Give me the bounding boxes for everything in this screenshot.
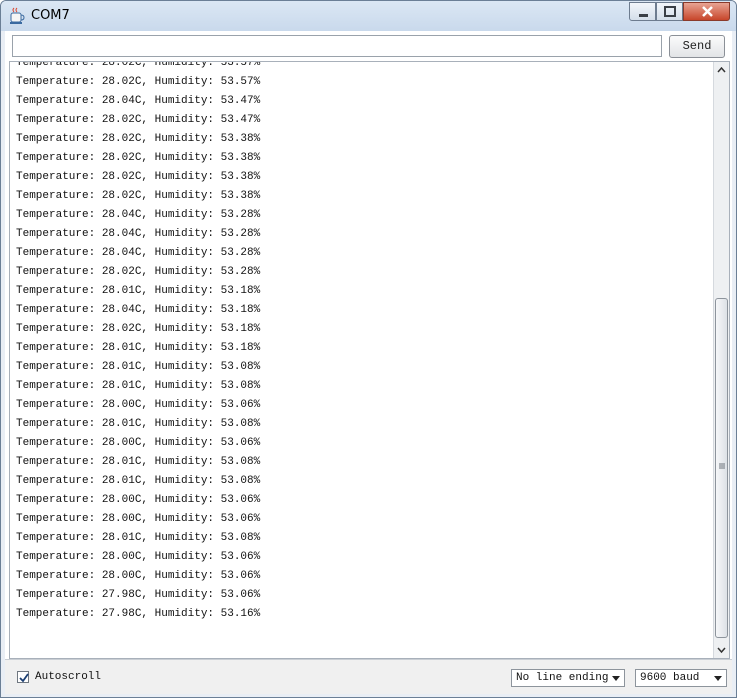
scroll-down-arrow-icon[interactable] — [714, 642, 729, 658]
serial-output-line: Temperature: 28.00C, Humidity: 53.06% — [16, 551, 261, 563]
autoscroll-label: Autoscroll — [35, 671, 102, 683]
serial-output-line: Temperature: 28.00C, Humidity: 53.06% — [16, 494, 261, 506]
minimize-button[interactable] — [629, 2, 656, 21]
chevron-down-icon — [714, 676, 722, 681]
serial-output-line: Temperature: 28.04C, Humidity: 53.28% — [16, 247, 261, 259]
chevron-down-icon — [612, 676, 620, 681]
vertical-scrollbar[interactable] — [713, 62, 729, 658]
close-icon — [702, 6, 713, 17]
send-button[interactable]: Send — [669, 35, 725, 58]
baud-rate-value: 9600 baud — [640, 672, 700, 684]
scroll-up-arrow-icon[interactable] — [714, 62, 729, 78]
close-button[interactable] — [683, 2, 730, 21]
serial-output-line: Temperature: 28.02C, Humidity: 53.38% — [16, 133, 261, 145]
serial-output-line: Temperature: 28.02C, Humidity: 53.38% — [16, 152, 261, 164]
serial-output-line: Temperature: 28.02C, Humidity: 53.38% — [16, 171, 261, 183]
serial-monitor-window: COM7 Send Temperature: 28.02C, Humidity:… — [0, 0, 737, 698]
checkmark-icon — [19, 673, 29, 683]
bottom-bar: Autoscroll No line ending 9600 baud — [5, 659, 732, 694]
serial-output-line: Temperature: 28.01C, Humidity: 53.18% — [16, 342, 261, 354]
serial-output-line: Temperature: 28.01C, Humidity: 53.08% — [16, 475, 261, 487]
serial-output-panel[interactable]: Temperature: 28.02C, Humidity: 53.57% Tem… — [9, 61, 730, 659]
java-cup-icon — [10, 7, 25, 24]
serial-output-line: Temperature: 28.02C, Humidity: 53.57% — [16, 61, 261, 69]
send-row: Send — [5, 31, 732, 63]
serial-output-line: Temperature: 28.01C, Humidity: 53.08% — [16, 380, 261, 392]
window-title: COM7 — [31, 8, 70, 23]
maximize-icon — [664, 6, 676, 17]
serial-output-line: Temperature: 28.04C, Humidity: 53.28% — [16, 228, 261, 240]
serial-output-line: Temperature: 28.02C, Humidity: 53.18% — [16, 323, 261, 335]
serial-output-line: Temperature: 27.98C, Humidity: 53.06% — [16, 589, 261, 601]
minimize-icon — [639, 14, 648, 17]
serial-output-line: Temperature: 28.00C, Humidity: 53.06% — [16, 399, 261, 411]
serial-output-line: Temperature: 28.01C, Humidity: 53.08% — [16, 418, 261, 430]
scrollbar-grip-icon — [719, 463, 725, 469]
serial-output-line: Temperature: 27.98C, Humidity: 53.16% — [16, 608, 261, 620]
serial-output-lines: Temperature: 28.02C, Humidity: 53.57% Tem… — [16, 61, 261, 624]
serial-output-line: Temperature: 28.02C, Humidity: 53.57% — [16, 76, 261, 88]
serial-output-line: Temperature: 28.01C, Humidity: 53.08% — [16, 456, 261, 468]
serial-output-line: Temperature: 28.00C, Humidity: 53.06% — [16, 570, 261, 582]
serial-output-line: Temperature: 28.02C, Humidity: 53.28% — [16, 266, 261, 278]
serial-output-line: Temperature: 28.00C, Humidity: 53.06% — [16, 437, 261, 449]
serial-output-line: Temperature: 28.01C, Humidity: 53.18% — [16, 285, 261, 297]
send-input[interactable] — [12, 35, 662, 57]
line-ending-value: No line ending — [516, 672, 609, 684]
serial-output-line: Temperature: 28.02C, Humidity: 53.38% — [16, 190, 261, 202]
autoscroll-control[interactable]: Autoscroll — [17, 670, 101, 684]
serial-output-line: Temperature: 28.04C, Humidity: 53.28% — [16, 209, 261, 221]
serial-output-line: Temperature: 28.02C, Humidity: 53.47% — [16, 114, 261, 126]
scrollbar-thumb[interactable] — [715, 298, 728, 638]
serial-output-line: Temperature: 28.00C, Humidity: 53.06% — [16, 513, 261, 525]
serial-output-line: Temperature: 28.01C, Humidity: 53.08% — [16, 532, 261, 544]
maximize-button[interactable] — [656, 2, 683, 21]
serial-output-line: Temperature: 28.01C, Humidity: 53.08% — [16, 361, 261, 373]
autoscroll-checkbox[interactable] — [17, 671, 29, 683]
title-bar[interactable]: COM7 — [1, 1, 736, 31]
serial-output-line: Temperature: 28.04C, Humidity: 53.47% — [16, 95, 261, 107]
baud-rate-select[interactable]: 9600 baud — [635, 669, 727, 687]
serial-monitor-body: Send Temperature: 28.02C, Humidity: 53.5… — [5, 31, 732, 694]
serial-output-line: Temperature: 28.04C, Humidity: 53.18% — [16, 304, 261, 316]
line-ending-select[interactable]: No line ending — [511, 669, 625, 687]
